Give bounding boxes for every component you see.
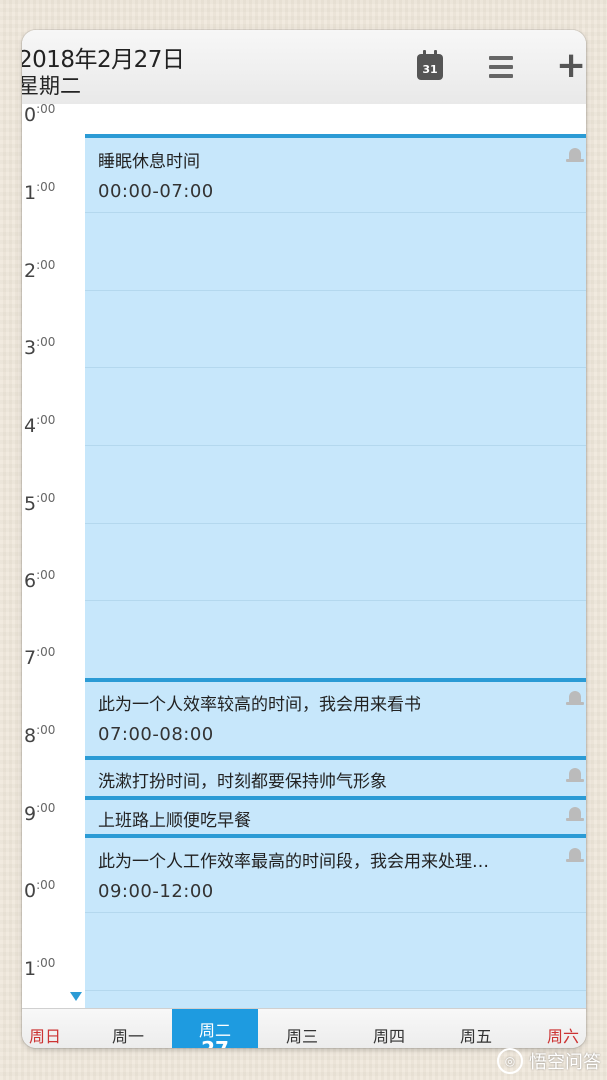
- hour-label: 2:00: [24, 258, 56, 282]
- day-tab-sun[interactable]: 周日: [22, 1009, 88, 1048]
- alarm-bell-icon: [566, 848, 584, 864]
- event-block[interactable]: 此为一个人工作效率最高的时间段，我会用来处理… 09:00-12:00: [85, 834, 586, 1008]
- calendar-icon[interactable]: 31: [417, 50, 443, 80]
- calendar-header: 2018年2月27日 星期二 31 +: [22, 30, 586, 105]
- calendar-icon-day: 31: [422, 62, 438, 76]
- hour-label: 3:00: [24, 335, 56, 359]
- watermark: ◎ 悟空问答: [497, 1048, 601, 1074]
- hour-label: 9:00: [24, 801, 56, 825]
- event-block[interactable]: 此为一个人效率较高的时间，我会用来看书 07:00-08:00: [85, 678, 586, 756]
- week-bar: 周日 周一 周二 27 周三 周四 周五 周六: [22, 1008, 586, 1048]
- hour-label: 4:00: [24, 413, 56, 437]
- menu-icon[interactable]: [489, 56, 513, 78]
- day-tab-mon[interactable]: 周一: [85, 1009, 171, 1048]
- event-title: 上班路上顺便吃早餐: [98, 811, 251, 831]
- date-title: 2018年2月27日: [22, 47, 185, 73]
- day-timeline[interactable]: 0:00 1:00 2:00 3:00 4:00 5:00 6:00 7:00 …: [22, 102, 586, 1008]
- day-tab-wed[interactable]: 周三: [259, 1009, 345, 1048]
- alarm-bell-icon: [566, 148, 584, 164]
- event-block[interactable]: 上班路上顺便吃早餐: [85, 796, 586, 834]
- add-event-icon[interactable]: +: [556, 48, 586, 84]
- event-title: 此为一个人效率较高的时间，我会用来看书: [98, 695, 421, 715]
- hour-label: 7:00: [24, 645, 56, 669]
- hour-label: 8:00: [24, 723, 56, 747]
- weekday-label: 星期二: [22, 74, 81, 98]
- event-time: 07:00-08:00: [98, 724, 214, 745]
- alarm-bell-icon: [566, 768, 584, 784]
- day-tab-sat[interactable]: 周六: [520, 1009, 586, 1048]
- alarm-bell-icon: [566, 691, 584, 707]
- watermark-logo-icon: ◎: [497, 1048, 523, 1074]
- event-title: 洗漱打扮时间，时刻都要保持帅气形象: [98, 772, 387, 792]
- day-tab-tue[interactable]: 周二 27: [172, 1009, 258, 1048]
- event-title: 睡眠休息时间: [98, 152, 200, 172]
- event-title: 此为一个人工作效率最高的时间段，我会用来处理…: [98, 852, 489, 872]
- hour-label: 0:00: [24, 878, 56, 902]
- event-time: 00:00-07:00: [98, 181, 214, 202]
- hour-label: 5:00: [24, 491, 56, 515]
- hour-label: 1:00: [24, 956, 56, 980]
- watermark-text: 悟空问答: [529, 1052, 601, 1073]
- hour-label: 1:00: [24, 180, 56, 204]
- event-block[interactable]: 睡眠休息时间 00:00-07:00: [85, 134, 586, 678]
- hour-label: 0:00: [24, 102, 56, 126]
- day-tab-thu[interactable]: 周四: [346, 1009, 432, 1048]
- day-tab-fri[interactable]: 周五: [433, 1009, 519, 1048]
- calendar-app: 2018年2月27日 星期二 31 + 0:00 1:00 2:00 3:00 …: [22, 30, 586, 1048]
- alarm-bell-icon: [566, 807, 584, 823]
- event-block[interactable]: 洗漱打扮时间，时刻都要保持帅气形象: [85, 756, 586, 796]
- hour-label: 6:00: [24, 568, 56, 592]
- scroll-down-arrow-icon[interactable]: [70, 992, 82, 1001]
- event-time: 09:00-12:00: [98, 881, 214, 902]
